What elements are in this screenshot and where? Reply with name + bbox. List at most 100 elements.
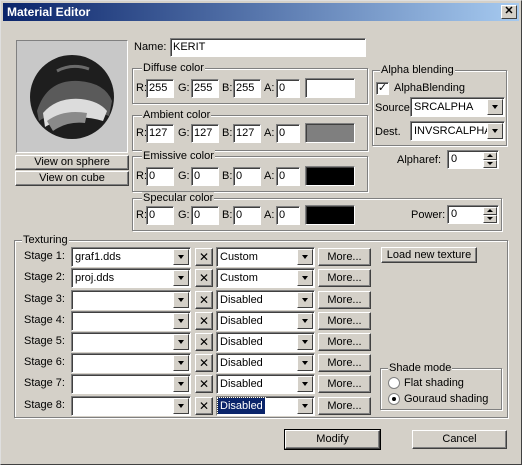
clear-texture-icon[interactable]: ✕ — [195, 397, 213, 415]
source-dropdown-arrow-icon[interactable] — [487, 99, 503, 115]
stage-mode-select[interactable]: Custom — [216, 247, 315, 267]
diffuse-color-swatch[interactable] — [305, 78, 355, 98]
stage-mode-select[interactable]: Disabled — [216, 290, 315, 310]
stage-mode-dropdown-arrow-icon[interactable] — [297, 376, 313, 392]
modify-button[interactable]: Modify — [284, 429, 381, 450]
stage-more-button[interactable]: More... — [318, 333, 371, 351]
view-on-sphere-button[interactable]: View on sphere — [15, 155, 129, 170]
stage-more-button[interactable]: More... — [318, 312, 371, 330]
stage-mode-value: Disabled — [220, 378, 263, 390]
dest-select[interactable]: INVSRCALPHA — [410, 121, 505, 141]
clear-texture-icon[interactable]: ✕ — [195, 333, 213, 351]
stage-texture-dropdown-arrow-icon[interactable] — [173, 249, 189, 265]
stage-mode-dropdown-arrow-icon[interactable] — [297, 355, 313, 371]
dest-dropdown-arrow-icon[interactable] — [487, 123, 503, 139]
emissive-g-label: G: — [178, 170, 190, 182]
flat-shading-radio[interactable] — [388, 377, 400, 389]
stage-more-button[interactable]: More... — [318, 375, 371, 393]
emissive-color-swatch[interactable] — [305, 166, 355, 186]
stage-label: Stage 7: — [24, 377, 65, 389]
stage-texture-dropdown-arrow-icon[interactable] — [173, 270, 189, 286]
ambient-r-field[interactable]: 127 — [146, 124, 174, 143]
stage-mode-dropdown-arrow-icon[interactable] — [297, 270, 313, 286]
stage-texture-dropdown-arrow-icon[interactable] — [173, 398, 189, 414]
stage-mode-select[interactable]: Disabled — [216, 332, 315, 352]
close-button[interactable]: ✕ — [501, 5, 517, 19]
clear-texture-icon[interactable]: ✕ — [195, 354, 213, 372]
stage-texture-dropdown-arrow-icon[interactable] — [173, 292, 189, 308]
name-field[interactable]: KERIT — [170, 38, 366, 57]
clear-texture-icon[interactable]: ✕ — [195, 291, 213, 309]
alpharef-up-arrow-icon[interactable] — [483, 152, 497, 160]
stage-mode-dropdown-arrow-icon[interactable] — [297, 313, 313, 329]
title-bar[interactable]: Material Editor ✕ — [3, 3, 519, 21]
gouraud-shading-radio[interactable] — [388, 393, 400, 405]
view-on-cube-button[interactable]: View on cube — [15, 171, 129, 186]
stage-mode-select[interactable]: Disabled — [216, 374, 315, 394]
stage-texture-select[interactable] — [71, 311, 191, 331]
emissive-b-label: B: — [222, 170, 233, 182]
stage-mode-select[interactable]: Custom — [216, 268, 315, 288]
stage-more-button[interactable]: More... — [318, 397, 371, 415]
power-down-arrow-icon[interactable] — [483, 215, 497, 223]
stage-texture-dropdown-arrow-icon[interactable] — [173, 355, 189, 371]
stage-texture-select[interactable]: graf1.dds — [71, 247, 191, 267]
stage-texture-select[interactable] — [71, 353, 191, 373]
stage-mode-dropdown-arrow-icon[interactable] — [297, 292, 313, 308]
stage-texture-dropdown-arrow-icon[interactable] — [173, 313, 189, 329]
diffuse-r-field[interactable]: 255 — [146, 79, 174, 98]
load-new-texture-button[interactable]: Load new texture — [381, 247, 477, 263]
ambient-color-swatch[interactable] — [305, 123, 355, 143]
shade-mode-title: Shade mode — [388, 362, 453, 374]
texturing-title: Texturing — [22, 234, 69, 246]
stage-texture-select[interactable] — [71, 290, 191, 310]
stage-more-button[interactable]: More... — [318, 291, 371, 309]
clear-texture-icon[interactable]: ✕ — [195, 248, 213, 266]
specular-r-field[interactable]: 0 — [146, 206, 174, 225]
stage-texture-select[interactable] — [71, 332, 191, 352]
power-up-arrow-icon[interactable] — [483, 207, 497, 215]
stage-mode-select[interactable]: Disabled — [216, 396, 315, 416]
ambient-a-field[interactable]: 0 — [276, 124, 300, 143]
emissive-g-field[interactable]: 0 — [191, 167, 219, 186]
alpha-blending-checkbox[interactable]: ✓ — [376, 82, 389, 95]
alpha-blending-checkbox-label: AlphaBlending — [394, 82, 465, 94]
stage-mode-select[interactable]: Disabled — [216, 353, 315, 373]
stage-texture-dropdown-arrow-icon[interactable] — [173, 334, 189, 350]
stage-texture-select[interactable] — [71, 396, 191, 416]
cancel-button[interactable]: Cancel — [412, 430, 507, 449]
specular-color-swatch[interactable] — [305, 205, 355, 225]
stage-texture-dropdown-arrow-icon[interactable] — [173, 376, 189, 392]
specular-b-label: B: — [222, 209, 233, 221]
dest-label: Dest. — [375, 126, 401, 138]
emissive-a-field[interactable]: 0 — [276, 167, 300, 186]
clear-texture-icon[interactable]: ✕ — [195, 375, 213, 393]
emissive-r-field[interactable]: 0 — [146, 167, 174, 186]
stage-mode-dropdown-arrow-icon[interactable] — [297, 398, 313, 414]
stage-more-button[interactable]: More... — [318, 248, 371, 266]
stage-label: Stage 5: — [24, 335, 65, 347]
stage-more-button[interactable]: More... — [318, 269, 371, 287]
emissive-b-field[interactable]: 0 — [233, 167, 261, 186]
source-select[interactable]: SRCALPHA — [410, 97, 505, 117]
power-spinner[interactable]: 0 — [447, 205, 499, 224]
diffuse-a-field[interactable]: 0 — [276, 79, 300, 98]
stage-mode-dropdown-arrow-icon[interactable] — [297, 334, 313, 350]
stage-mode-dropdown-arrow-icon[interactable] — [297, 249, 313, 265]
alpharef-down-arrow-icon[interactable] — [483, 160, 497, 168]
stage-texture-select[interactable]: proj.dds — [71, 268, 191, 288]
ambient-b-field[interactable]: 127 — [233, 124, 261, 143]
specular-color-title: Specular color — [142, 192, 215, 204]
specular-b-field[interactable]: 0 — [233, 206, 261, 225]
stage-more-button[interactable]: More... — [318, 354, 371, 372]
specular-a-field[interactable]: 0 — [276, 206, 300, 225]
stage-mode-select[interactable]: Disabled — [216, 311, 315, 331]
alpharef-spinner[interactable]: 0 — [447, 150, 499, 169]
diffuse-g-field[interactable]: 255 — [191, 79, 219, 98]
clear-texture-icon[interactable]: ✕ — [195, 312, 213, 330]
clear-texture-icon[interactable]: ✕ — [195, 269, 213, 287]
stage-texture-select[interactable] — [71, 374, 191, 394]
specular-g-field[interactable]: 0 — [191, 206, 219, 225]
ambient-g-field[interactable]: 127 — [191, 124, 219, 143]
diffuse-b-field[interactable]: 255 — [233, 79, 261, 98]
